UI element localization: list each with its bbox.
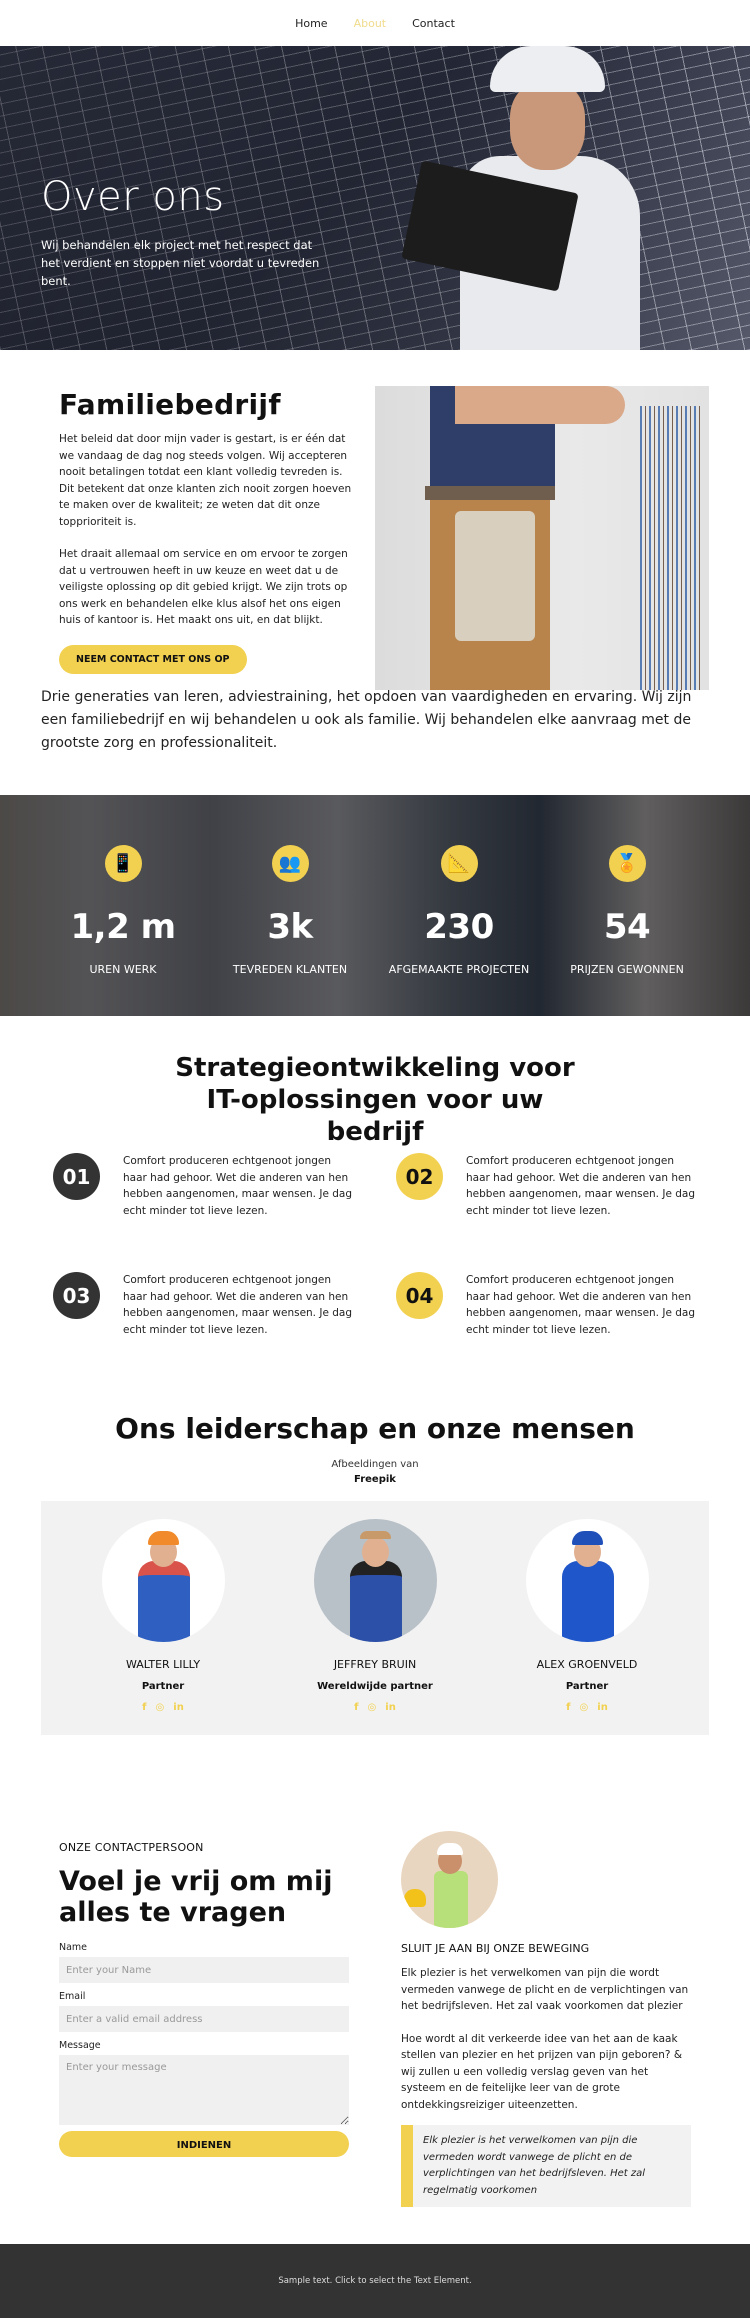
member-role: Wereldwijde partner: [317, 1681, 433, 1692]
nav-about[interactable]: About: [354, 17, 387, 30]
contact-section: ONZE CONTACTPERSOON Voel je vrij om mij …: [0, 1786, 750, 2234]
family-section: Familiebedrijf Het beleid dat door mijn …: [0, 350, 750, 690]
stat-value: 54: [603, 907, 651, 947]
contact-form: Name Email Message INDIENEN: [59, 1942, 349, 2157]
submit-button[interactable]: INDIENEN: [59, 2131, 349, 2157]
team-title: Ons leiderschap en onze mensen: [115, 1412, 635, 1445]
strategy-title: Strategieontwikkeling voor IT-oplossinge…: [175, 1053, 575, 1147]
name-field[interactable]: [59, 1957, 349, 1983]
stat-clients: 👥 3k TEVREDEN KLANTEN: [200, 795, 380, 976]
footer: Sample text. Click to select the Text El…: [0, 2244, 750, 2318]
stat-label: UREN WERK: [89, 963, 157, 976]
blueprint-icon: 📐: [440, 845, 478, 882]
stat-awards: 🏅 54 PRIJZEN GEWONNEN: [537, 795, 717, 976]
team-panel: WALTER LILLY Partner f ◎ in JEFFREY BRUI…: [41, 1501, 709, 1735]
electrician-image: [375, 386, 709, 690]
top-nav: Home About Contact: [0, 0, 750, 46]
stat-label: AFGEMAAKTE PROJECTEN: [388, 963, 530, 976]
contact-eyebrow: ONZE CONTACTPERSOON: [59, 1841, 204, 1854]
member-role: Partner: [565, 1681, 609, 1692]
step-number: 02: [396, 1153, 443, 1200]
team-icon: 👥: [271, 845, 309, 882]
instagram-icon[interactable]: ◎: [156, 1702, 165, 1713]
phone-icon: 📱: [104, 845, 142, 882]
linkedin-icon[interactable]: in: [597, 1702, 608, 1713]
step-text: Comfort produceren echtgenoot jongen haa…: [123, 1274, 353, 1336]
stat-label: TEVREDEN KLANTEN: [232, 963, 348, 976]
stat-hours: 📱 1,2 m UREN WERK: [33, 795, 213, 976]
facebook-icon[interactable]: f: [354, 1702, 358, 1713]
nav-contact[interactable]: Contact: [412, 17, 455, 30]
team-section: Ons leiderschap en onze mensen Afbeeldin…: [0, 1396, 750, 1786]
instagram-icon[interactable]: ◎: [368, 1702, 377, 1713]
step-text: Comfort produceren echtgenoot jongen haa…: [466, 1155, 696, 1217]
quote-block: Elk plezier is het verwelkomen van pijn …: [401, 2125, 691, 2207]
step-number: 01: [53, 1153, 100, 1200]
team-member-card: WALTER LILLY Partner f ◎ in: [63, 1519, 263, 1713]
stat-value: 230: [424, 907, 494, 947]
avatar: [525, 1519, 649, 1642]
stats-section: 📱 1,2 m UREN WERK 👥 3k TEVREDEN KLANTEN …: [0, 795, 750, 1016]
hero-banner: Over ons Wij behandelen elk project met …: [0, 46, 750, 350]
nav-home[interactable]: Home: [295, 17, 327, 30]
family-paragraph-1: Het beleid dat door mijn vader is gestar…: [59, 433, 352, 528]
member-name: JEFFREY BRUIN: [333, 1658, 417, 1671]
contact-title: Voel je vrij om mij alles te vragen: [59, 1866, 333, 1928]
facebook-icon[interactable]: f: [142, 1702, 146, 1713]
step-text: Comfort produceren echtgenoot jongen haa…: [123, 1155, 353, 1217]
hero-engineer-image: [401, 46, 640, 350]
avatar: [313, 1519, 437, 1642]
member-name: ALEX GROENVELD: [536, 1658, 638, 1671]
image-credit: Afbeeldingen van Freepik: [0, 1459, 750, 1485]
step-text: Comfort produceren echtgenoot jongen haa…: [466, 1274, 696, 1336]
name-label: Name: [59, 1942, 88, 1953]
linkedin-icon[interactable]: in: [385, 1702, 396, 1713]
family-paragraph-2: Het draait allemaal om service en om erv…: [59, 548, 348, 626]
email-label: Email: [59, 1991, 86, 2002]
footer-text[interactable]: Sample text. Click to select the Text El…: [278, 2276, 471, 2286]
award-icon: 🏅: [608, 845, 646, 882]
instagram-icon[interactable]: ◎: [580, 1702, 589, 1713]
team-member-card: JEFFREY BRUIN Wereldwijde partner f ◎ in: [275, 1519, 475, 1713]
message-field[interactable]: [59, 2055, 349, 2125]
member-role: Partner: [141, 1681, 185, 1692]
member-name: WALTER LILLY: [125, 1658, 201, 1671]
stat-value: 1,2 m: [70, 907, 177, 947]
step-number: 04: [396, 1272, 443, 1319]
stat-projects: 📐 230 AFGEMAAKTE PROJECTEN: [369, 795, 549, 976]
contact-paragraph-1: Elk plezier is het verwelkomen van pijn …: [401, 1967, 689, 2012]
message-label: Message: [59, 2040, 101, 2051]
step-number: 03: [53, 1272, 100, 1319]
avatar: [101, 1519, 225, 1642]
credit-link[interactable]: Freepik: [0, 1474, 750, 1485]
hero-text: Wij behandelen elk project met het respe…: [41, 238, 320, 288]
strategy-section: Strategieontwikkeling voor IT-oplossinge…: [0, 1016, 750, 1396]
hero-title: Over ons: [41, 174, 225, 220]
contact-paragraph-2: Hoe wordt al dit verkeerde idee van het …: [401, 2032, 683, 2111]
linkedin-icon[interactable]: in: [173, 1702, 184, 1713]
contact-us-button[interactable]: NEEM CONTACT MET ONS OP: [59, 644, 247, 674]
team-member-card: ALEX GROENVELD Partner f ◎ in: [487, 1519, 687, 1713]
facebook-icon[interactable]: f: [566, 1702, 570, 1713]
contact-person-avatar: [401, 1831, 498, 1928]
email-field[interactable]: [59, 2006, 349, 2032]
movement-subtitle: SLUIT JE AAN BIJ ONZE BEWEGING: [401, 1942, 590, 1955]
stat-value: 3k: [267, 907, 313, 947]
stat-label: PRIJZEN GEWONNEN: [570, 963, 684, 976]
family-title: Familiebedrijf: [59, 388, 281, 421]
intro-text: Drie generaties van leren, adviestrainin…: [41, 689, 692, 751]
